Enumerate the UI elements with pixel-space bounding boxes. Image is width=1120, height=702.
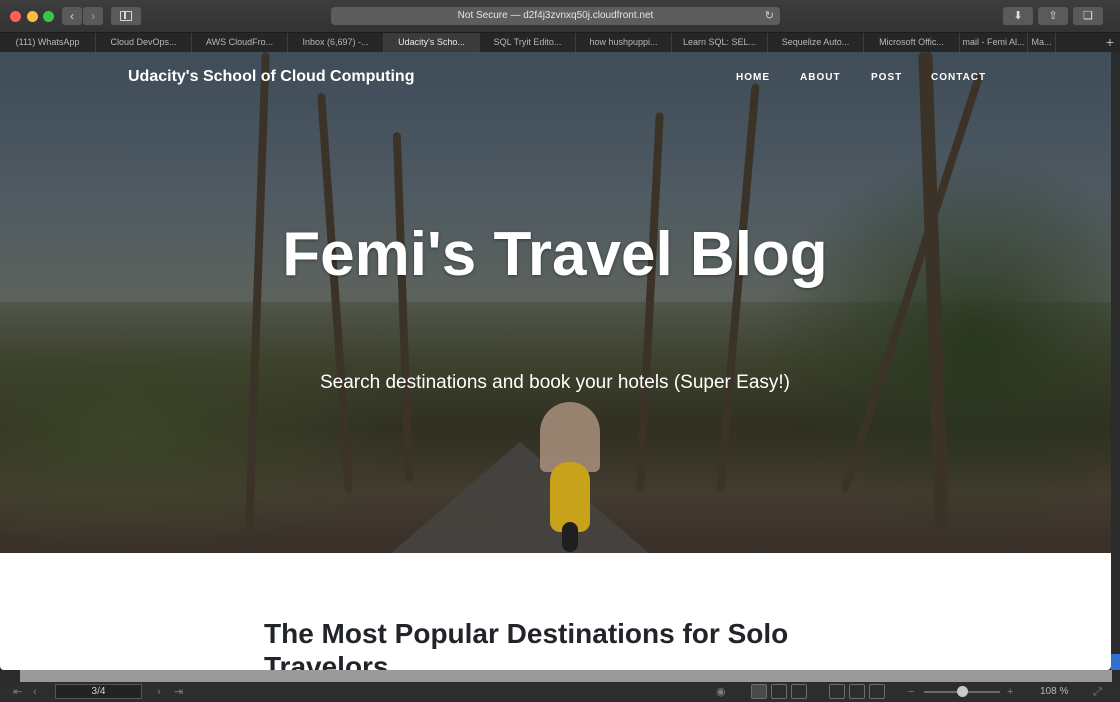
chevron-right-icon: ›: [91, 9, 95, 23]
tab[interactable]: Sequelize Auto...: [768, 33, 864, 52]
download-icon: ⬇: [1013, 10, 1023, 22]
fullscreen-icon[interactable]: ⤢: [1093, 685, 1102, 699]
page-number-field[interactable]: 3/4: [55, 684, 142, 699]
tab-label: Microsoft Offic...: [879, 37, 944, 47]
close-window-button[interactable]: [10, 11, 21, 22]
tab[interactable]: Cloud DevOps...: [96, 33, 192, 52]
tab-label: mail - Femi Al...: [962, 37, 1025, 47]
share-icon: ⇧: [1048, 10, 1058, 22]
zoom-window-button[interactable]: [43, 11, 54, 22]
tab-label: Cloud DevOps...: [110, 37, 177, 47]
zoom-level: 108 %: [1040, 686, 1069, 697]
tab-label: Ma...: [1031, 37, 1052, 47]
hero-background: [390, 442, 650, 553]
tab-label: Udacity's Scho...: [398, 37, 465, 47]
fit-page-button[interactable]: [849, 684, 865, 699]
hero-banner: Udacity's School of Cloud Computing HOME…: [0, 52, 1111, 553]
zoom-slider-knob[interactable]: [957, 686, 968, 697]
scooter-photo: [540, 402, 600, 552]
single-page-view-button[interactable]: [771, 684, 787, 699]
tab-label: Learn SQL: SEL...: [682, 37, 757, 47]
background-window: [1111, 654, 1120, 670]
next-page-icon[interactable]: ›: [157, 685, 161, 699]
tab[interactable]: mail - Femi Al...: [960, 33, 1028, 52]
address-bar[interactable]: Not Secure — d2f4j3zvnxq50j.cloudfront.n…: [331, 7, 780, 25]
hero-title: Femi's Travel Blog: [282, 220, 828, 289]
chevron-left-icon: ‹: [70, 9, 74, 23]
actual-size-button[interactable]: [869, 684, 885, 699]
tab[interactable]: Ma...: [1028, 33, 1056, 52]
tab-overview-button[interactable]: ❏: [1073, 7, 1103, 25]
tab[interactable]: (111) WhatsApp: [0, 33, 96, 52]
previous-page-icon[interactable]: ‹: [33, 685, 37, 699]
tab-label: Inbox (6,697) -...: [302, 37, 369, 47]
tab-label: (111) WhatsApp: [15, 37, 80, 47]
first-page-icon[interactable]: ⇤: [13, 685, 22, 699]
tab-active[interactable]: Udacity's Scho...: [384, 33, 480, 52]
new-tab-icon[interactable]: +: [1106, 33, 1114, 52]
background-window: [20, 670, 1112, 682]
tab-bar: (111) WhatsApp Cloud DevOps... AWS Cloud…: [0, 32, 1120, 52]
minimize-window-button[interactable]: [27, 11, 38, 22]
nav-post-link[interactable]: POST: [871, 72, 902, 83]
two-page-view-button[interactable]: [791, 684, 807, 699]
downloads-button[interactable]: ⬇: [1003, 7, 1033, 25]
tab[interactable]: Inbox (6,697) -...: [288, 33, 384, 52]
browser-toolbar: ‹ › Not Secure — d2f4j3zvnxq50j.cloudfro…: [0, 0, 1120, 32]
last-page-icon[interactable]: ⇥: [174, 685, 183, 699]
site-brand[interactable]: Udacity's School of Cloud Computing: [128, 68, 414, 86]
tabs-overview-icon: ❏: [1083, 10, 1093, 22]
tab-label: AWS CloudFro...: [205, 37, 274, 47]
tab[interactable]: AWS CloudFro...: [192, 33, 288, 52]
forward-button[interactable]: ›: [83, 7, 103, 25]
tab-label: Sequelize Auto...: [781, 37, 850, 47]
tab-label: how hushpuppi...: [589, 37, 658, 47]
nav-contact-link[interactable]: CONTACT: [931, 72, 986, 83]
sidebar-icon: [120, 11, 132, 21]
viewer-toolbar: ⇤ ‹ 3/4 › ⇥ ◉ − + 108 % ⤢: [0, 682, 1120, 702]
reload-icon[interactable]: ↻: [765, 7, 774, 25]
nav-home-link[interactable]: HOME: [736, 72, 770, 83]
nav-about-link[interactable]: ABOUT: [800, 72, 841, 83]
back-button[interactable]: ‹: [62, 7, 82, 25]
tab[interactable]: SQL Tryit Edito...: [480, 33, 576, 52]
web-page: Udacity's School of Cloud Computing HOME…: [0, 52, 1111, 670]
sidebar-toggle-button[interactable]: [111, 7, 141, 25]
section-heading: The Most Popular Destinations for Solo T…: [264, 618, 789, 670]
tab[interactable]: Learn SQL: SEL...: [672, 33, 768, 52]
tab[interactable]: Microsoft Offic...: [864, 33, 960, 52]
fit-width-button[interactable]: [829, 684, 845, 699]
continuous-view-button[interactable]: [751, 684, 767, 699]
tab[interactable]: how hushpuppi...: [576, 33, 672, 52]
address-bar-text: Not Secure — d2f4j3zvnxq50j.cloudfront.n…: [457, 10, 654, 21]
tab-label: SQL Tryit Edito...: [493, 37, 562, 47]
hero-subtitle: Search destinations and book your hotels…: [320, 372, 790, 393]
eye-icon[interactable]: ◉: [716, 685, 726, 699]
zoom-out-icon[interactable]: −: [908, 685, 914, 699]
share-button[interactable]: ⇧: [1038, 7, 1068, 25]
zoom-in-icon[interactable]: +: [1007, 685, 1013, 699]
